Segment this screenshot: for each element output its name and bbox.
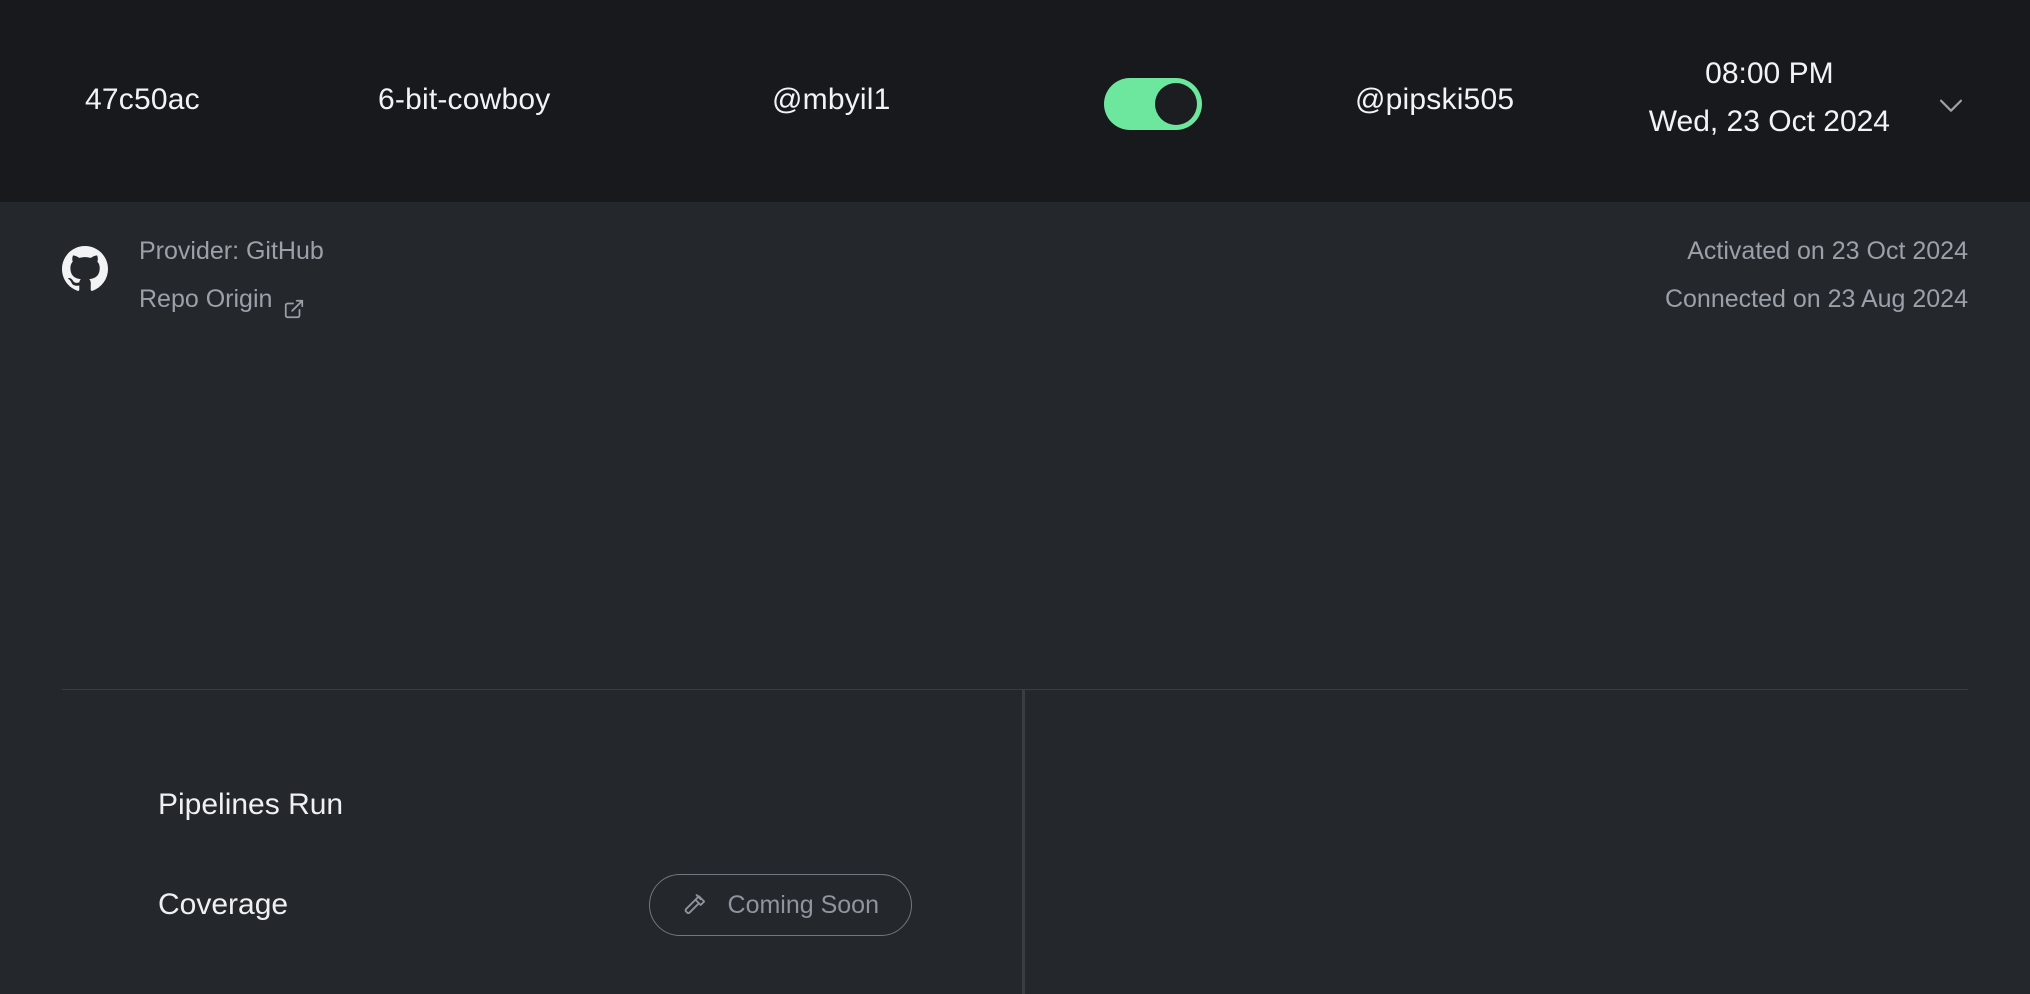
provider-label: Provider: GitHub (139, 237, 324, 265)
coverage-coming-soon-label: Coming Soon (727, 890, 879, 919)
pipelines-run-label: Pipelines Run (158, 788, 344, 821)
header-date: Wed, 23 Oct 2024 (1648, 105, 1890, 138)
repo-name[interactable]: 6-bit-cowboy (378, 83, 550, 117)
header-bar: 47c50ac 6-bit-cowboy @mbyil1 @pipski505 … (0, 0, 2030, 202)
header-datetime: 08:00 PM Wed, 23 Oct 2024 (1649, 54, 1890, 142)
external-link-icon (283, 288, 305, 319)
enable-toggle[interactable] (1104, 78, 1202, 130)
coverage-coming-soon-badge: Coming Soon (648, 874, 912, 936)
owner-handle[interactable]: @pipski505 (1355, 83, 1514, 117)
left-settings-column: Pipelines Run Coverage Coming Soon (0, 344, 1022, 994)
toggle-knob (1155, 83, 1197, 125)
coverage-row: Coverage Coming Soon (158, 874, 912, 936)
header-time: 08:00 PM (1705, 57, 1834, 90)
chevron-down-icon[interactable] (1934, 88, 1968, 122)
right-settings-column: Length Threshold − 3 + Complexity Thresh… (1022, 344, 2030, 994)
user-handle[interactable]: @mbyil1 (772, 83, 891, 117)
settings-body: Pipelines Run Coverage Coming Soon (0, 344, 2030, 994)
connection-dates: Activated on 23 Oct 2024 Connected on 23… (1665, 227, 1968, 323)
connected-date: Connected on 23 Aug 2024 (1664, 285, 1968, 313)
provider-meta-strip: Provider: GitHub Repo Origin Activated o… (0, 202, 2030, 344)
provider-info: Provider: GitHub Repo Origin (139, 227, 324, 323)
pipelines-run-row: Pipelines Run (158, 779, 912, 831)
activated-date: Activated on 23 Oct 2024 (1687, 237, 1968, 265)
repo-origin-label: Repo Origin (139, 285, 273, 313)
repository-pipeline-panel: 47c50ac 6-bit-cowboy @mbyil1 @pipski505 … (0, 0, 2030, 994)
repo-origin-link[interactable]: Repo Origin (139, 275, 305, 323)
coverage-label: Coverage (158, 888, 289, 921)
commit-hash[interactable]: 47c50ac (85, 83, 200, 117)
github-icon (62, 246, 108, 292)
hammer-icon (682, 891, 710, 919)
